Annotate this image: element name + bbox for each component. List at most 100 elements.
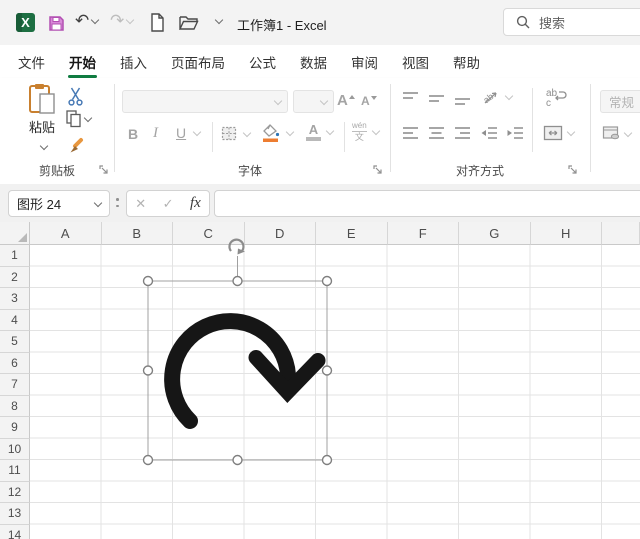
number-format-value: 常规 — [609, 96, 635, 110]
shrink-font-button[interactable]: A — [361, 94, 377, 108]
column-header-g[interactable]: G — [459, 222, 531, 245]
customize-toolbar-button[interactable] — [213, 15, 224, 25]
decrease-indent-button[interactable] — [480, 125, 498, 141]
font-name-combo[interactable] — [122, 90, 288, 113]
group-separator — [114, 84, 115, 172]
merge-center-button[interactable] — [543, 124, 576, 142]
redo-button[interactable]: ↷ — [110, 12, 135, 29]
select-all-button[interactable] — [0, 222, 30, 245]
borders-button[interactable] — [221, 125, 252, 142]
cancel-button[interactable]: ✕ — [135, 196, 146, 212]
row-header-12[interactable]: 12 — [0, 481, 30, 503]
row-header-7[interactable]: 7 — [0, 374, 30, 396]
accounting-format-button[interactable] — [602, 125, 633, 142]
tab-review[interactable]: 审阅 — [339, 45, 390, 78]
tab-view[interactable]: 视图 — [390, 45, 441, 78]
tab-insert[interactable]: 插入 — [108, 45, 159, 78]
formula-input[interactable] — [214, 190, 640, 217]
tab-home[interactable]: 开始 — [57, 45, 108, 78]
underline-chevron-icon[interactable] — [192, 127, 202, 137]
column-header-c[interactable]: C — [173, 222, 245, 245]
font-dialog-launcher-icon[interactable] — [373, 165, 383, 175]
accounting-chevron-icon[interactable] — [623, 128, 633, 137]
phonetic-chevron-icon[interactable] — [371, 126, 380, 136]
paste-button[interactable]: 粘贴 — [24, 83, 60, 151]
orientation-chevron-icon[interactable] — [504, 91, 514, 101]
formula-bar-divider[interactable] — [116, 198, 119, 207]
format-painter-button[interactable] — [66, 136, 86, 156]
insert-function-button[interactable]: fx — [190, 195, 201, 212]
row-header-14[interactable]: 14 — [0, 524, 30, 539]
undo-chevron-icon[interactable] — [91, 15, 100, 24]
column-header-d[interactable]: D — [244, 222, 316, 245]
tab-file[interactable]: 文件 — [6, 45, 57, 78]
row-header-1[interactable]: 1 — [0, 245, 30, 267]
row-header-8[interactable]: 8 — [0, 395, 30, 417]
row-header-2[interactable]: 2 — [0, 266, 30, 288]
orientation-button[interactable]: ab — [482, 88, 514, 106]
row-header-4[interactable]: 4 — [0, 309, 30, 331]
row-header-9[interactable]: 9 — [0, 417, 30, 439]
number-format-combo[interactable]: 常规 — [600, 90, 640, 113]
tab-data[interactable]: 数据 — [288, 45, 339, 78]
merge-center-chevron-icon[interactable] — [566, 127, 576, 137]
align-left-button[interactable] — [402, 125, 420, 141]
align-bottom-button[interactable] — [454, 90, 472, 106]
clipboard-dialog-launcher-icon[interactable] — [99, 165, 109, 175]
undo-button[interactable]: ↶ — [75, 12, 100, 29]
font-color-chevron-icon[interactable] — [325, 126, 335, 135]
alignment-dialog-launcher-icon[interactable] — [568, 165, 578, 175]
copy-chevron-icon[interactable] — [83, 113, 93, 123]
font-color-button[interactable]: A — [306, 123, 335, 141]
mini-separator — [212, 122, 213, 152]
wrap-text-button[interactable]: ab c — [545, 87, 567, 108]
fill-color-button[interactable] — [262, 123, 295, 143]
new-workbook-button[interactable] — [150, 13, 165, 32]
column-header-h[interactable]: H — [530, 222, 602, 245]
column-header-partial[interactable] — [602, 222, 640, 245]
paste-chevron-icon[interactable] — [39, 141, 48, 151]
name-box[interactable]: 图形 24 — [8, 190, 110, 217]
bold-button[interactable]: B — [128, 127, 138, 141]
grow-font-glyph: A — [337, 92, 348, 109]
column-header-a[interactable]: A — [30, 222, 102, 245]
row-header-3[interactable]: 3 — [0, 288, 30, 310]
tab-formulas[interactable]: 公式 — [237, 45, 288, 78]
row-header-13[interactable]: 13 — [0, 503, 30, 525]
row-header-10[interactable]: 10 — [0, 438, 30, 460]
tab-page-layout[interactable]: 页面布局 — [159, 45, 237, 78]
align-middle-button[interactable] — [428, 90, 446, 106]
column-header-b[interactable]: B — [101, 222, 173, 245]
row-header-6[interactable]: 6 — [0, 352, 30, 374]
italic-button[interactable]: I — [153, 126, 158, 141]
search-icon — [516, 15, 530, 29]
redo-chevron-icon[interactable] — [126, 15, 135, 24]
save-button[interactable] — [46, 13, 66, 33]
phonetic-guide-button[interactable]: wén 文 — [352, 122, 380, 142]
open-file-button[interactable] — [179, 15, 199, 30]
font-size-combo[interactable] — [293, 90, 334, 113]
align-center-button[interactable] — [428, 125, 446, 141]
cell-grid[interactable] — [30, 245, 640, 539]
copy-button[interactable] — [66, 110, 93, 128]
row-header-11[interactable]: 11 — [0, 460, 30, 482]
excel-logo-icon[interactable]: X — [16, 13, 35, 32]
formula-buttons: ✕ ✓ fx — [126, 190, 210, 217]
cut-button[interactable] — [66, 86, 84, 106]
align-right-button[interactable] — [454, 125, 472, 141]
search-box[interactable]: 搜索 — [503, 8, 640, 36]
borders-chevron-icon[interactable] — [242, 128, 252, 137]
enter-button[interactable]: ✓ — [163, 196, 174, 212]
fill-color-chevron-icon[interactable] — [285, 127, 295, 137]
tab-help[interactable]: 帮助 — [441, 45, 492, 78]
underline-button[interactable]: U — [176, 126, 202, 140]
name-box-chevron-icon[interactable] — [93, 198, 103, 207]
column-header-f[interactable]: F — [387, 222, 459, 245]
font-group-label: 字体 — [237, 163, 262, 178]
column-header-e[interactable]: E — [316, 222, 388, 245]
row-header-5[interactable]: 5 — [0, 331, 30, 353]
align-top-button[interactable] — [402, 90, 420, 106]
increase-indent-button[interactable] — [506, 125, 524, 141]
titlebar: X ↶ ↷ 工作簿1 - Excel 搜索 — [0, 0, 640, 45]
grow-font-button[interactable]: A — [337, 92, 355, 109]
